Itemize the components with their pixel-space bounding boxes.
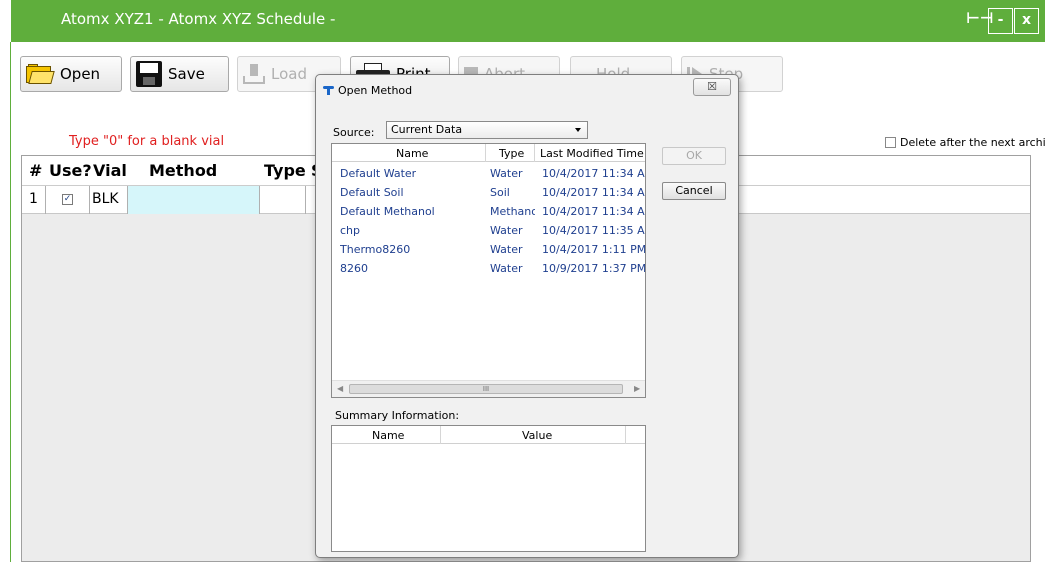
list-item[interactable]: chp Water 10/4/2017 11:35 AM bbox=[332, 221, 645, 240]
method-modified: 10/4/2017 11:35 AM bbox=[542, 224, 646, 237]
method-modified: 10/4/2017 11:34 AM bbox=[542, 186, 646, 199]
method-list-header: Name Type Last Modified Time bbox=[332, 144, 645, 162]
delete-after-archive-checkbox[interactable] bbox=[885, 137, 896, 148]
method-type: Soil bbox=[490, 186, 510, 199]
ok-button[interactable]: OK bbox=[662, 147, 726, 165]
load-button-label: Load bbox=[271, 65, 307, 83]
summary-table: Name Value bbox=[331, 425, 646, 552]
method-type: Water bbox=[490, 224, 523, 237]
use-cell[interactable]: ✓ bbox=[46, 186, 90, 214]
dialog-title-bar: Open Method bbox=[323, 84, 412, 97]
list-item[interactable]: Default Water Water 10/4/2017 11:34 AM bbox=[332, 164, 645, 183]
type-cell[interactable] bbox=[260, 186, 306, 214]
dialog-title: Open Method bbox=[338, 84, 413, 97]
list-item[interactable]: Thermo8260 Water 10/4/2017 1:11 PM bbox=[332, 240, 645, 259]
row-number-cell: 1 bbox=[22, 186, 46, 214]
column-header-number[interactable]: # bbox=[29, 161, 42, 180]
folder-icon bbox=[26, 64, 55, 84]
method-type: Water bbox=[490, 243, 523, 256]
method-name: Default Water bbox=[340, 167, 417, 180]
window-title: Atomx XYZ1 - Atomx XYZ Schedule - bbox=[61, 10, 336, 28]
delete-after-archive-label: Delete after the next archive bbox=[900, 136, 1045, 149]
method-name: 8260 bbox=[340, 262, 368, 275]
method-type: Water bbox=[490, 167, 523, 180]
scroll-left-icon[interactable]: ◀ bbox=[337, 384, 343, 393]
close-window-button[interactable]: x bbox=[1014, 8, 1039, 34]
open-button[interactable]: Open bbox=[20, 56, 122, 92]
method-modified: 10/4/2017 1:11 PM bbox=[542, 243, 646, 256]
method-name: chp bbox=[340, 224, 361, 237]
horizontal-scrollbar[interactable]: ◀ III ▶ bbox=[332, 380, 645, 397]
method-name: Thermo8260 bbox=[340, 243, 411, 256]
method-modified: 10/4/2017 11:34 AM bbox=[542, 167, 646, 180]
summary-column-value[interactable]: Value bbox=[522, 429, 552, 442]
method-modified: 10/4/2017 11:34 AM bbox=[542, 205, 646, 218]
column-header-name[interactable]: Name bbox=[396, 147, 428, 160]
dialog-close-button[interactable]: ☒ bbox=[693, 78, 731, 96]
delete-after-archive-option[interactable]: Delete after the next archive bbox=[885, 136, 1045, 149]
teledyne-logo-icon bbox=[323, 86, 334, 95]
column-header-vial[interactable]: Vial bbox=[93, 161, 127, 180]
column-header-use[interactable]: Use? bbox=[49, 161, 92, 180]
method-type: Water bbox=[490, 262, 523, 275]
column-header-type[interactable]: Type bbox=[264, 161, 306, 180]
minimize-button[interactable]: - bbox=[988, 8, 1013, 34]
save-button-label: Save bbox=[168, 65, 205, 83]
method-name: Default Soil bbox=[340, 186, 404, 199]
summary-column-name[interactable]: Name bbox=[372, 429, 404, 442]
method-type: Methano bbox=[490, 205, 535, 218]
list-item[interactable]: Default Soil Soil 10/4/2017 11:34 AM bbox=[332, 183, 645, 202]
column-header-last-modified[interactable]: Last Modified Time bbox=[540, 147, 644, 160]
cancel-button[interactable]: Cancel bbox=[662, 182, 726, 200]
upload-icon bbox=[243, 64, 265, 84]
blank-vial-hint: Type "0" for a blank vial bbox=[69, 134, 225, 149]
method-cell[interactable] bbox=[128, 186, 260, 214]
open-button-label: Open bbox=[60, 65, 101, 83]
chevron-down-icon bbox=[575, 128, 581, 132]
list-item[interactable]: 8260 Water 10/9/2017 1:37 PM bbox=[332, 259, 645, 278]
floppy-disk-icon bbox=[136, 61, 162, 87]
scroll-right-icon[interactable]: ▶ bbox=[634, 384, 640, 393]
summary-information-label: Summary Information: bbox=[335, 409, 460, 422]
save-button[interactable]: Save bbox=[130, 56, 229, 92]
pin-icon[interactable]: ⊢⊣ bbox=[966, 9, 993, 29]
summary-table-header: Name Value bbox=[332, 426, 645, 444]
method-modified: 10/9/2017 1:37 PM bbox=[542, 262, 646, 275]
column-header-method[interactable]: Method bbox=[149, 161, 217, 180]
window-title-bar: Atomx XYZ1 - Atomx XYZ Schedule - ⊢⊣ - x bbox=[11, 0, 1045, 42]
method-name: Default Methanol bbox=[340, 205, 435, 218]
open-method-dialog: Open Method ☒ Source: Current Data Name … bbox=[315, 74, 739, 558]
source-label: Source: bbox=[333, 126, 375, 139]
list-item[interactable]: Default Methanol Methano 10/4/2017 11:34… bbox=[332, 202, 645, 221]
column-header-type[interactable]: Type bbox=[499, 147, 524, 160]
use-checkbox[interactable]: ✓ bbox=[62, 194, 73, 205]
method-list: Name Type Last Modified Time Default Wat… bbox=[331, 143, 646, 398]
source-dropdown[interactable]: Current Data bbox=[386, 121, 588, 139]
scrollbar-thumb[interactable]: III bbox=[349, 384, 623, 394]
vial-cell[interactable]: BLK bbox=[90, 186, 128, 214]
source-dropdown-value: Current Data bbox=[391, 123, 463, 136]
window-left-border bbox=[10, 42, 11, 562]
